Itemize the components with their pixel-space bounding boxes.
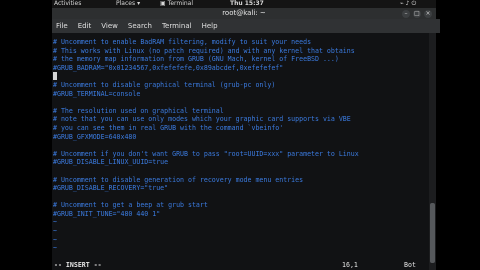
menu-help[interactable]: Help (202, 22, 218, 30)
menu-search[interactable]: Search (128, 22, 152, 30)
gnome-top-bar: Activities Places ▾ ▣ Terminal Thu 15:37… (52, 0, 436, 8)
terminal-app-icon: ▣ (160, 0, 166, 7)
buffer-line: # Uncomment to disable graphical termina… (53, 80, 276, 89)
empty-buffer-marker: ~ (53, 227, 57, 236)
buffer-line: #GRUB_DISABLE_RECOVERY="true" (53, 184, 169, 193)
menu-view[interactable]: View (101, 22, 118, 30)
activities-label: Activities (54, 0, 82, 7)
terminal-menubar: File Edit View Search Terminal Help (52, 19, 440, 33)
empty-buffer-marker: ~ (53, 218, 57, 227)
buffer-line: #GRUB_TERMINAL=console (53, 89, 141, 98)
close-icon[interactable]: × (424, 10, 432, 18)
menu-terminal[interactable]: Terminal (162, 22, 192, 30)
cursor-line (52, 72, 428, 81)
places-label: Places (116, 0, 136, 7)
buffer-line: #GRUB_INIT_TUNE="480 440 1" (53, 209, 161, 218)
terminal-view[interactable]: # Uncomment to enable BadRAM filtering, … (52, 33, 436, 270)
buffer-line: #GRUB_DISABLE_LINUX_UUID=true (53, 158, 169, 167)
network-icon: ⌁ (400, 0, 404, 7)
buffer-line: # The resolution used on graphical termi… (53, 106, 224, 115)
window-titlebar[interactable]: root@kali: ~ – □ × (52, 8, 436, 19)
cursor-position: 16,1 (342, 261, 358, 269)
buffer-line (52, 98, 428, 107)
activities-button[interactable]: Activities (54, 0, 81, 8)
places-menu[interactable]: Places ▾ (116, 0, 140, 8)
buffer-line: # Uncomment to enable BadRAM filtering, … (53, 38, 312, 46)
buffer-line: # the memory map information from GRUB (… (53, 55, 339, 64)
menu-file[interactable]: File (56, 22, 68, 30)
buffer-line (52, 193, 428, 202)
buffer-line: # note that you can use only modes which… (53, 115, 351, 124)
terminal-scrollbar[interactable] (429, 33, 436, 270)
buffer-line: # This works with Linux (no patch requir… (53, 46, 355, 55)
buffer-line: #GRUB_GFXMODE=640x480 (53, 132, 137, 141)
buffer-line: # you can see them in real GRUB with the… (53, 123, 284, 132)
terminal-app-label: Terminal (167, 0, 194, 7)
scroll-indicator: Bot (404, 261, 416, 269)
volume-icon: ♪ (405, 0, 410, 7)
buffer-line: # Uncomment to get a beep at grub start (53, 201, 208, 210)
window-title: root@kali: ~ (222, 9, 266, 17)
power-icon: ⏻ (411, 0, 417, 7)
clock[interactable]: Thu 15:37 (230, 0, 264, 8)
maximize-icon[interactable]: □ (413, 10, 421, 18)
video-letterbox-right (436, 0, 480, 270)
vim-buffer[interactable]: # Uncomment to enable BadRAM filtering, … (52, 38, 428, 253)
minimize-icon[interactable]: – (402, 10, 410, 18)
video-letterbox-left (0, 0, 52, 270)
scrollbar-thumb[interactable] (430, 203, 435, 263)
buffer-line: #GRUB_BADRAM="0x01234567,0xfefefefe,0x89… (53, 63, 284, 72)
buffer-line: # Uncomment if you don't want GRUB to pa… (53, 149, 359, 158)
app-menu-terminal[interactable]: ▣ Terminal (160, 0, 193, 8)
chevron-down-icon: ▾ (137, 0, 141, 7)
buffer-line (52, 167, 428, 176)
buffer-line: # Uncomment to disable generation of rec… (53, 175, 304, 184)
empty-buffer-marker: ~ (53, 244, 57, 253)
vim-status-line: -- INSERT -- 16,1 Bot (52, 261, 428, 270)
menu-edit[interactable]: Edit (78, 22, 92, 30)
vim-mode-indicator: -- INSERT -- (54, 261, 102, 269)
empty-buffer-marker: ~ (53, 235, 57, 244)
buffer-line (52, 141, 428, 150)
system-status-area[interactable]: ⌁ ♪ ⏻ (400, 0, 416, 8)
text-cursor (53, 72, 57, 81)
